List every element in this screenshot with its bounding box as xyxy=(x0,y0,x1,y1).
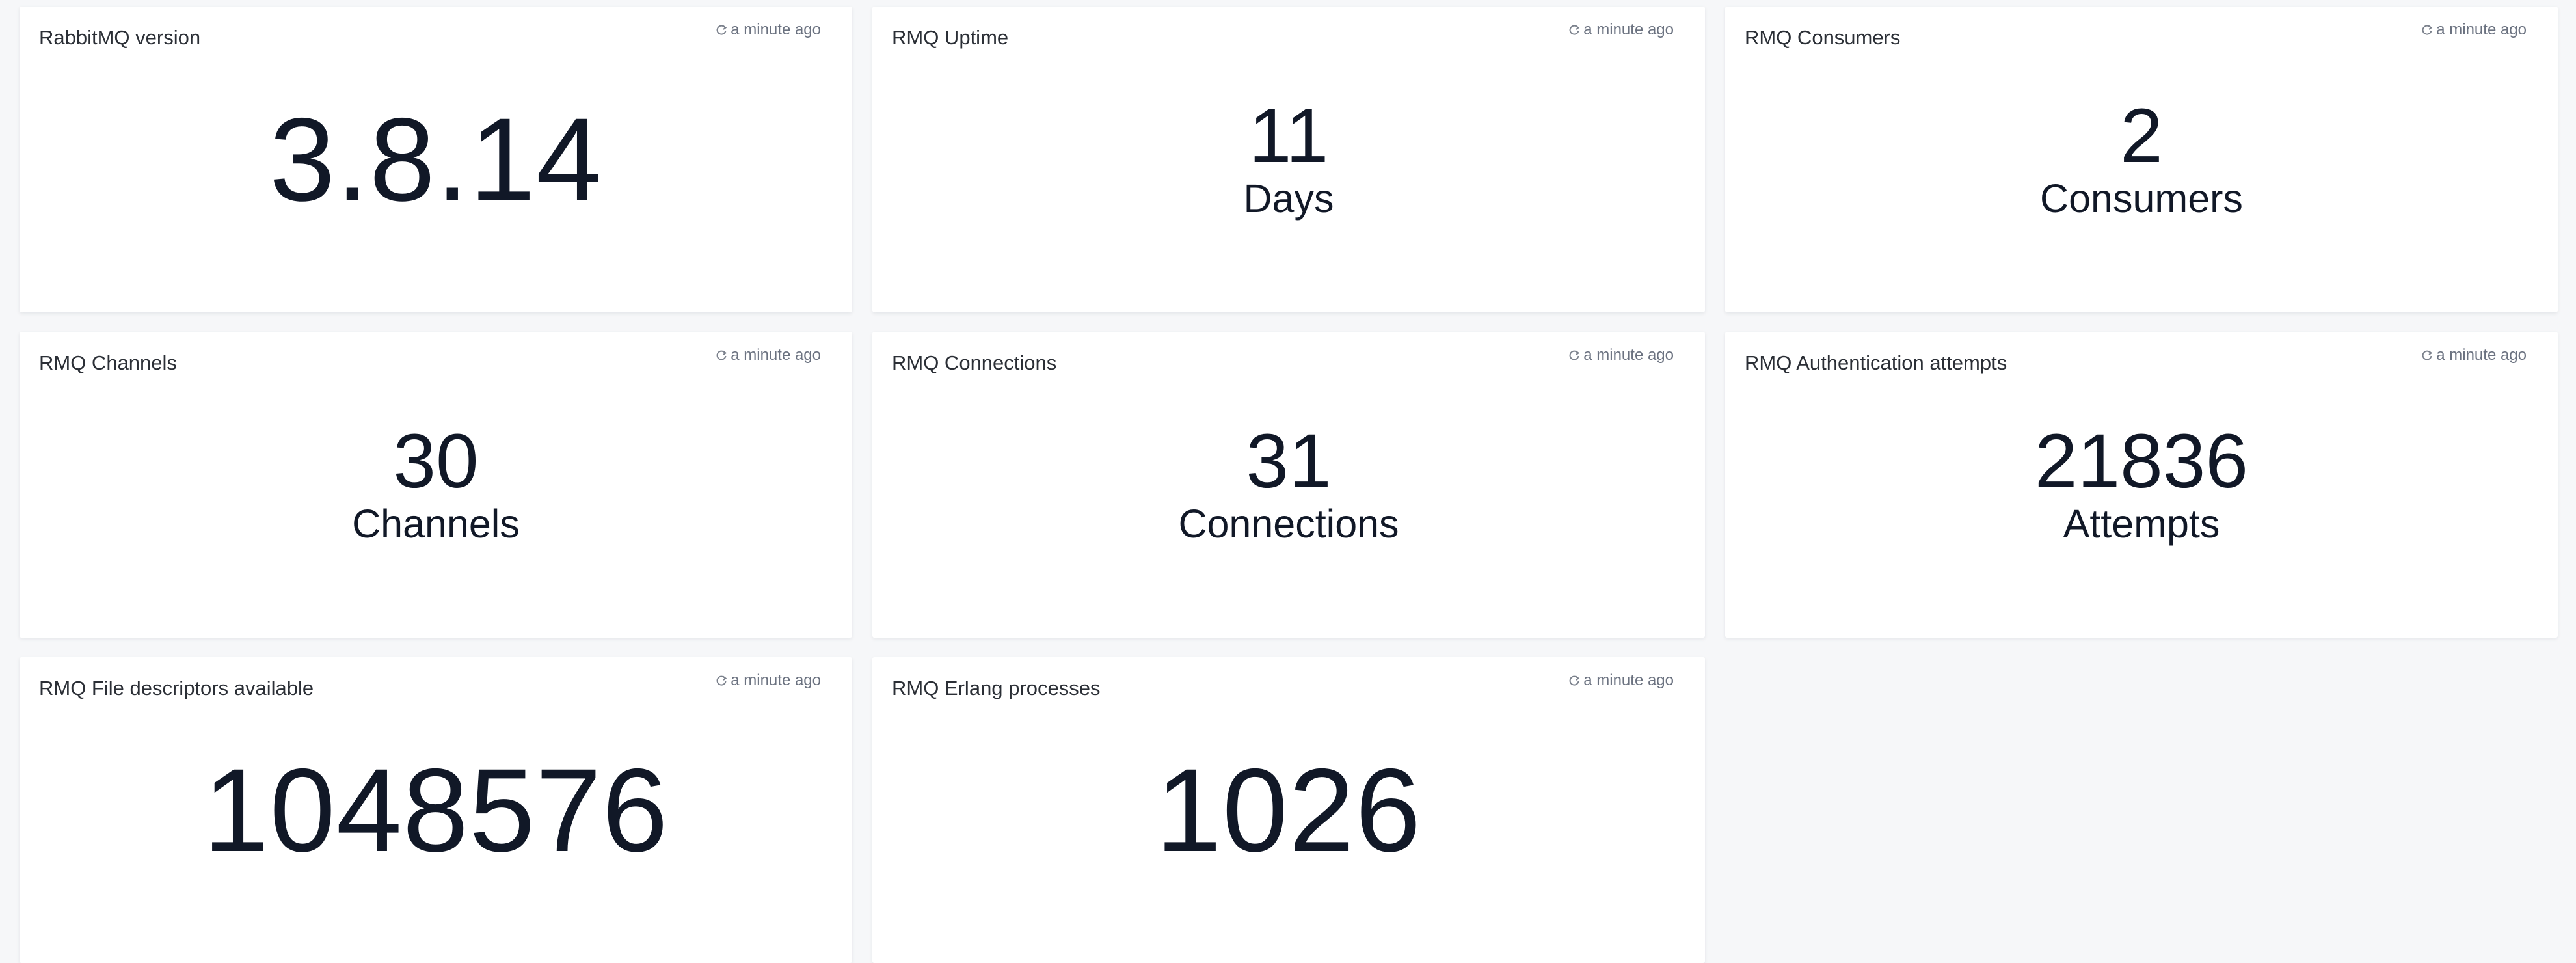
refresh-indicator[interactable]: a minute ago xyxy=(1568,346,1674,364)
widget-value: 2 xyxy=(2120,93,2163,180)
refresh-icon xyxy=(715,349,728,362)
refresh-icon xyxy=(715,674,728,687)
refresh-indicator[interactable]: a minute ago xyxy=(2421,346,2527,364)
widget-value: 31 xyxy=(1246,418,1332,505)
refresh-indicator[interactable]: a minute ago xyxy=(1568,671,1674,690)
value-area: 30 Channels xyxy=(20,371,852,638)
refresh-time: a minute ago xyxy=(731,671,821,689)
value-area: 21836 Attempts xyxy=(1725,371,2558,638)
widget-rmq-erlang-processes[interactable]: RMQ Erlang processes a minute ago 1026 xyxy=(872,657,1705,963)
value-stack: 21836 Attempts xyxy=(2035,423,2248,546)
value-stack: 30 Channels xyxy=(352,423,520,546)
refresh-icon xyxy=(2421,349,2434,362)
widget-value: 21836 xyxy=(2034,418,2249,505)
refresh-icon xyxy=(2421,23,2434,36)
refresh-time: a minute ago xyxy=(1583,346,1674,364)
widget-value: 1026 xyxy=(1155,744,1422,876)
widget-rmq-uptime[interactable]: RMQ Uptime a minute ago 11 Days xyxy=(872,7,1705,312)
refresh-time: a minute ago xyxy=(1583,21,1674,38)
widget-rmq-channels[interactable]: RMQ Channels a minute ago 30 Channels xyxy=(20,332,852,638)
value-area: 2 Consumers xyxy=(1725,46,2558,312)
widget-rabbitmq-version[interactable]: RabbitMQ version a minute ago 3.8.14 xyxy=(20,7,852,312)
widget-rmq-authentication-attempts[interactable]: RMQ Authentication attempts a minute ago… xyxy=(1725,332,2558,638)
value-area: 1048576 xyxy=(20,696,852,963)
refresh-time: a minute ago xyxy=(731,346,821,364)
refresh-time: a minute ago xyxy=(2436,346,2527,364)
value-area: 31 Connections xyxy=(872,371,1705,638)
value-stack: 31 Connections xyxy=(1178,423,1399,546)
widget-unit: Channels xyxy=(352,502,520,547)
refresh-time: a minute ago xyxy=(2436,21,2527,38)
refresh-indicator[interactable]: a minute ago xyxy=(715,671,821,690)
widget-unit: Connections xyxy=(1178,502,1399,547)
refresh-time: a minute ago xyxy=(731,21,821,38)
value-stack: 11 Days xyxy=(1244,98,1334,221)
refresh-indicator[interactable]: a minute ago xyxy=(2421,21,2527,39)
widget-value: 30 xyxy=(393,418,479,505)
widget-value: 1048576 xyxy=(203,744,669,876)
refresh-indicator[interactable]: a minute ago xyxy=(1568,21,1674,39)
widget-rmq-file-descriptors[interactable]: RMQ File descriptors available a minute … xyxy=(20,657,852,963)
widget-rmq-connections[interactable]: RMQ Connections a minute ago 31 Connecti… xyxy=(872,332,1705,638)
value-area: 11 Days xyxy=(872,46,1705,312)
refresh-icon xyxy=(1568,349,1581,362)
widget-unit: Attempts xyxy=(2063,502,2220,547)
value-area: 1026 xyxy=(872,696,1705,963)
value-stack: 2 Consumers xyxy=(2040,98,2243,221)
widget-value: 11 xyxy=(1248,93,1329,180)
widget-unit: Days xyxy=(1243,176,1334,221)
refresh-icon xyxy=(715,23,728,36)
dashboard-grid: RabbitMQ version a minute ago 3.8.14 RMQ… xyxy=(20,7,2558,963)
refresh-icon xyxy=(1568,23,1581,36)
value-area: 3.8.14 xyxy=(20,46,852,312)
widget-rmq-consumers[interactable]: RMQ Consumers a minute ago 2 Consumers xyxy=(1725,7,2558,312)
widget-value: 3.8.14 xyxy=(269,93,602,226)
refresh-indicator[interactable]: a minute ago xyxy=(715,346,821,364)
refresh-icon xyxy=(1568,674,1581,687)
refresh-indicator[interactable]: a minute ago xyxy=(715,21,821,39)
widget-unit: Consumers xyxy=(2040,176,2243,221)
refresh-time: a minute ago xyxy=(1583,671,1674,689)
